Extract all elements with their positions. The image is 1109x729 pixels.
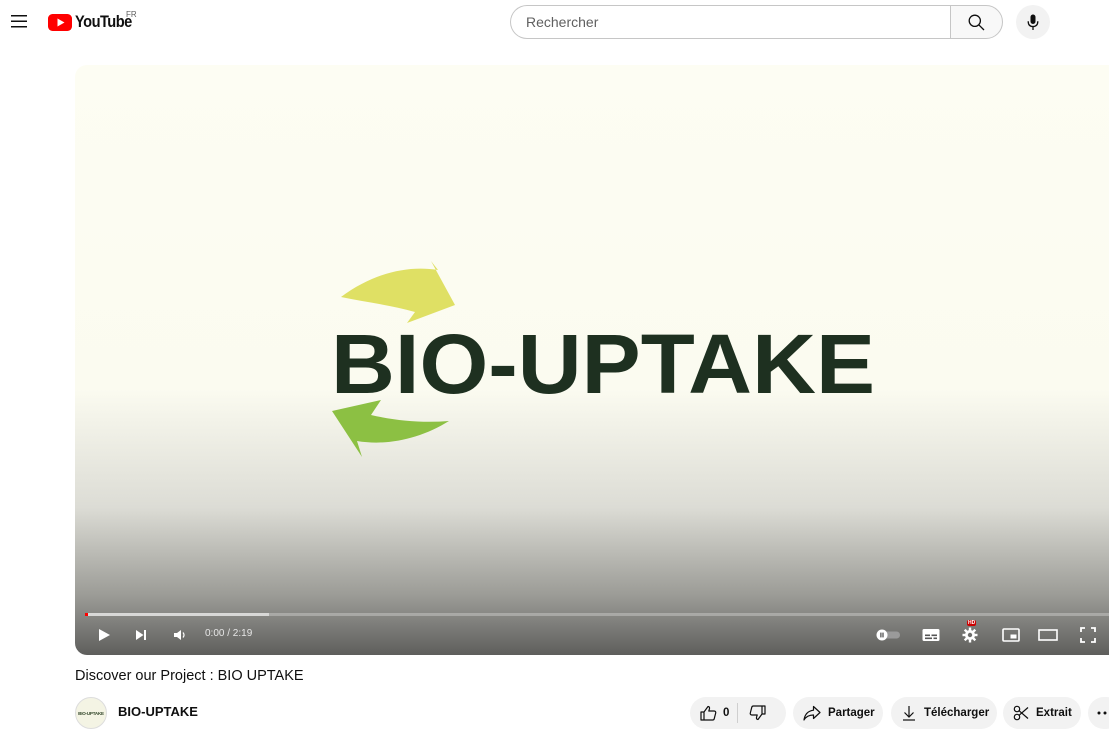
search-input[interactable]: [526, 6, 936, 38]
download-icon: [903, 706, 915, 721]
progress-played: [85, 613, 89, 616]
hamburger-menu-button[interactable]: [7, 9, 31, 33]
channel-avatar-text: BIO-UPTAKE: [78, 710, 104, 716]
volume-button[interactable]: [169, 624, 191, 646]
subtitles-button[interactable]: [920, 624, 942, 646]
like-count: 0: [723, 707, 730, 719]
subtitles-icon: [922, 629, 940, 641]
video-title: Discover our Project : BIO UPTAKE: [75, 668, 304, 684]
download-label: Télécharger: [924, 707, 990, 719]
voice-search-button[interactable]: [1016, 5, 1050, 39]
thumbs-down-icon: [750, 705, 767, 721]
yellow-arrow-graphic: [341, 261, 455, 323]
miniplayer-button[interactable]: [1000, 624, 1022, 646]
miniplayer-icon: [1002, 628, 1020, 642]
fullscreen-button[interactable]: [1077, 624, 1099, 646]
country-code: FR: [126, 10, 137, 19]
next-button[interactable]: [130, 624, 152, 646]
progress-loaded: [85, 613, 270, 616]
more-horizontal-icon: [1097, 711, 1107, 715]
microphone-icon: [1027, 14, 1039, 30]
autoplay-toggle[interactable]: [874, 624, 902, 646]
like-dislike-group: 0: [690, 697, 786, 729]
play-button[interactable]: [93, 624, 115, 646]
share-button[interactable]: Partager: [793, 697, 883, 729]
search-button[interactable]: [950, 5, 1003, 39]
time-display: 0:00 / 2:19: [205, 628, 253, 639]
hamburger-menu-icon: [11, 14, 27, 27]
search-icon: [968, 14, 985, 30]
fullscreen-icon: [1080, 627, 1096, 643]
download-button[interactable]: Télécharger: [891, 697, 997, 729]
bio-uptake-logo-text: BIO-UPTAKE: [331, 317, 875, 411]
youtube-play-logo-icon: [48, 13, 72, 31]
like-button[interactable]: 0: [690, 697, 737, 729]
hd-badge: HD: [967, 620, 977, 626]
settings-button[interactable]: HD: [959, 620, 981, 646]
clip-label: Extrait: [1036, 707, 1072, 719]
thumbs-up-icon: [700, 705, 717, 721]
next-icon: [136, 630, 146, 640]
share-label: Partager: [828, 707, 875, 719]
channel-name[interactable]: BIO-UPTAKE: [118, 704, 198, 719]
volume-icon: [174, 630, 185, 640]
progress-bar[interactable]: [85, 613, 1109, 616]
autoplay-toggle-icon: [876, 629, 900, 641]
channel-avatar[interactable]: BIO-UPTAKE: [75, 697, 107, 729]
theater-mode-button[interactable]: [1037, 624, 1059, 646]
theater-mode-icon: [1038, 629, 1058, 641]
more-actions-button[interactable]: [1088, 697, 1109, 729]
scissors-icon: [1013, 705, 1029, 721]
youtube-logo-text: YouTube: [75, 12, 132, 31]
video-player[interactable]: BIO-UPTAKE 0:00 / 2:19 HD: [75, 65, 1109, 655]
play-icon: [99, 629, 110, 641]
settings-icon: [962, 627, 978, 643]
video-frame: BIO-UPTAKE: [331, 261, 875, 457]
clip-button[interactable]: Extrait: [1003, 697, 1081, 729]
dislike-button[interactable]: [738, 697, 776, 729]
share-icon: [803, 705, 821, 721]
search-box[interactable]: [510, 5, 950, 39]
